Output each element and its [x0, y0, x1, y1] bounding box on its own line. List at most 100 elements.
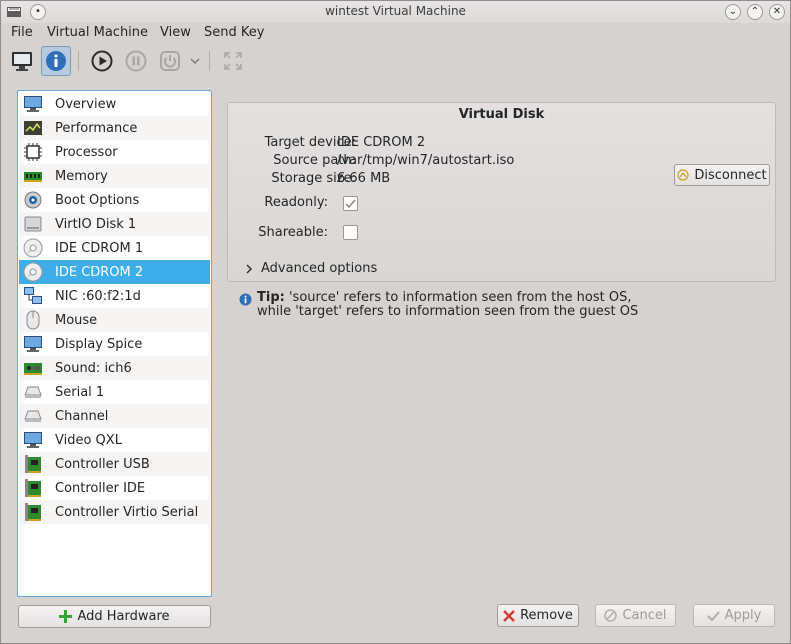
sidebar-item-label: NIC :60:f2:1d	[55, 288, 141, 304]
controller-icon	[22, 502, 44, 522]
serial-icon	[22, 382, 44, 402]
advanced-options-expander[interactable]: Advanced options	[245, 261, 377, 276]
title-bar: • wintest Virtual Machine ⌄ ⌃ ✕	[1, 1, 790, 23]
cancel-icon	[604, 609, 618, 622]
chip-icon	[22, 142, 44, 162]
sidebar-item-display-spice[interactable]: Display Spice	[19, 332, 210, 356]
display-icon	[22, 334, 44, 354]
controller-icon	[22, 478, 44, 498]
tip-line-1: 'source' refers to information seen from…	[288, 290, 632, 305]
sidebar-item-label: Overview	[55, 96, 117, 112]
shareable-checkbox[interactable]	[343, 225, 358, 240]
sidebar-item-video-qxl[interactable]: Video QXL	[19, 428, 210, 452]
controller-icon	[22, 454, 44, 474]
menu-file[interactable]: File	[11, 25, 33, 40]
readonly-label: Readonly:	[264, 195, 328, 210]
sidebar-item-label: Boot Options	[55, 192, 140, 208]
sidebar-item-controller-ide[interactable]: Controller IDE	[19, 476, 210, 500]
sidebar-item-serial-1[interactable]: Serial 1	[19, 380, 210, 404]
info-icon	[46, 51, 66, 71]
sidebar-item-label: VirtIO Disk 1	[55, 216, 137, 232]
sidebar-item-performance[interactable]: Performance	[19, 116, 210, 140]
window-title: wintest Virtual Machine	[325, 4, 466, 18]
sidebar-item-virtio-disk-1[interactable]: VirtIO Disk 1	[19, 212, 210, 236]
gear-icon	[22, 190, 44, 210]
details-view-button[interactable]	[41, 46, 71, 76]
sidebar-item-processor[interactable]: Processor	[19, 140, 210, 164]
fullscreen-icon	[224, 52, 242, 70]
sidebar-item-label: Processor	[55, 144, 118, 160]
apply-button[interactable]: Apply	[693, 604, 775, 627]
disk-icon	[22, 214, 44, 234]
storage-size-value: 6.66 MB	[337, 171, 391, 186]
sidebar-item-nic[interactable]: NIC :60:f2:1d	[19, 284, 210, 308]
sidebar-item-label: Memory	[55, 168, 108, 184]
fullscreen-button[interactable]	[218, 46, 248, 76]
cdrom-icon	[22, 238, 44, 258]
sidebar-item-sound[interactable]: Sound: ich6	[19, 356, 210, 380]
cancel-button[interactable]: Cancel	[595, 604, 676, 627]
menu-send-key[interactable]: Send Key	[204, 25, 264, 40]
mouse-icon	[22, 310, 44, 330]
toolbar-separator	[78, 51, 79, 71]
power-icon	[160, 51, 180, 71]
cancel-label: Cancel	[622, 608, 667, 623]
sidebar-item-controller-usb[interactable]: Controller USB	[19, 452, 210, 476]
remove-icon	[503, 609, 515, 622]
performance-icon	[22, 118, 44, 138]
minimize-button[interactable]: ⌄	[725, 4, 741, 20]
pause-button[interactable]	[121, 46, 151, 76]
cdrom-icon	[22, 262, 44, 282]
shareable-label: Shareable:	[258, 225, 328, 240]
menu-view[interactable]: View	[160, 25, 191, 40]
network-icon	[22, 286, 44, 306]
shutdown-menu-button[interactable]	[185, 46, 205, 76]
info-icon	[239, 293, 252, 310]
monitor-icon	[22, 94, 44, 114]
disconnect-button[interactable]: Disconnect	[674, 164, 770, 186]
sidebar-item-memory[interactable]: Memory	[19, 164, 210, 188]
pause-icon	[125, 50, 147, 72]
close-button[interactable]: ✕	[769, 4, 785, 20]
remove-button[interactable]: Remove	[497, 604, 579, 627]
tip-prefix: Tip:	[257, 290, 285, 305]
sidebar-item-controller-virtio-serial[interactable]: Controller Virtio Serial	[19, 500, 210, 524]
checkmark-icon	[706, 610, 720, 622]
add-hardware-label: Add Hardware	[77, 609, 170, 624]
sidebar-item-label: Sound: ich6	[55, 360, 132, 376]
tip-line-2: while 'target' refers to information see…	[257, 304, 639, 319]
sound-card-icon	[22, 358, 44, 378]
add-hardware-button[interactable]: Add Hardware	[18, 605, 211, 628]
readonly-checkbox[interactable]	[343, 196, 358, 211]
source-path-value: /var/tmp/win7/autostart.iso	[337, 153, 515, 168]
sidebar-item-label: Mouse	[55, 312, 98, 328]
sidebar-item-label: IDE CDROM 2	[55, 264, 144, 280]
sidebar-item-mouse[interactable]: Mouse	[19, 308, 210, 332]
menu-virtual-machine[interactable]: Virtual Machine	[47, 25, 148, 40]
toolbar-separator	[209, 51, 210, 71]
sidebar-item-label: Serial 1	[55, 384, 105, 400]
advanced-options-label: Advanced options	[261, 261, 378, 276]
sidebar-item-label: Channel	[55, 408, 109, 424]
sidebar-item-label: Performance	[55, 120, 138, 136]
apply-label: Apply	[724, 608, 762, 623]
shutdown-button[interactable]	[155, 46, 185, 76]
virtual-disk-panel: Virtual Disk Target device: IDE CDROM 2 …	[227, 102, 776, 282]
sidebar-item-overview[interactable]: Overview	[19, 92, 210, 116]
chevron-down-icon	[190, 58, 200, 65]
maximize-button[interactable]: ⌃	[747, 4, 763, 20]
hardware-list: Overview Performance Processor Memory Bo…	[17, 90, 212, 597]
memory-icon	[22, 166, 44, 186]
tip-text: Tip: 'source' refers to information seen…	[239, 291, 699, 319]
chevron-right-icon	[246, 263, 253, 274]
sidebar-item-ide-cdrom-2[interactable]: IDE CDROM 2	[19, 260, 210, 284]
sidebar-item-channel[interactable]: Channel	[19, 404, 210, 428]
toolbar	[1, 43, 790, 79]
run-button[interactable]	[87, 46, 117, 76]
sidebar-item-ide-cdrom-1[interactable]: IDE CDROM 1	[19, 236, 210, 260]
console-view-button[interactable]	[7, 46, 37, 76]
plus-icon	[59, 610, 73, 623]
sidebar-item-boot-options[interactable]: Boot Options	[19, 188, 210, 212]
monitor-icon	[12, 52, 32, 71]
sidebar-item-label: Controller IDE	[55, 480, 146, 496]
